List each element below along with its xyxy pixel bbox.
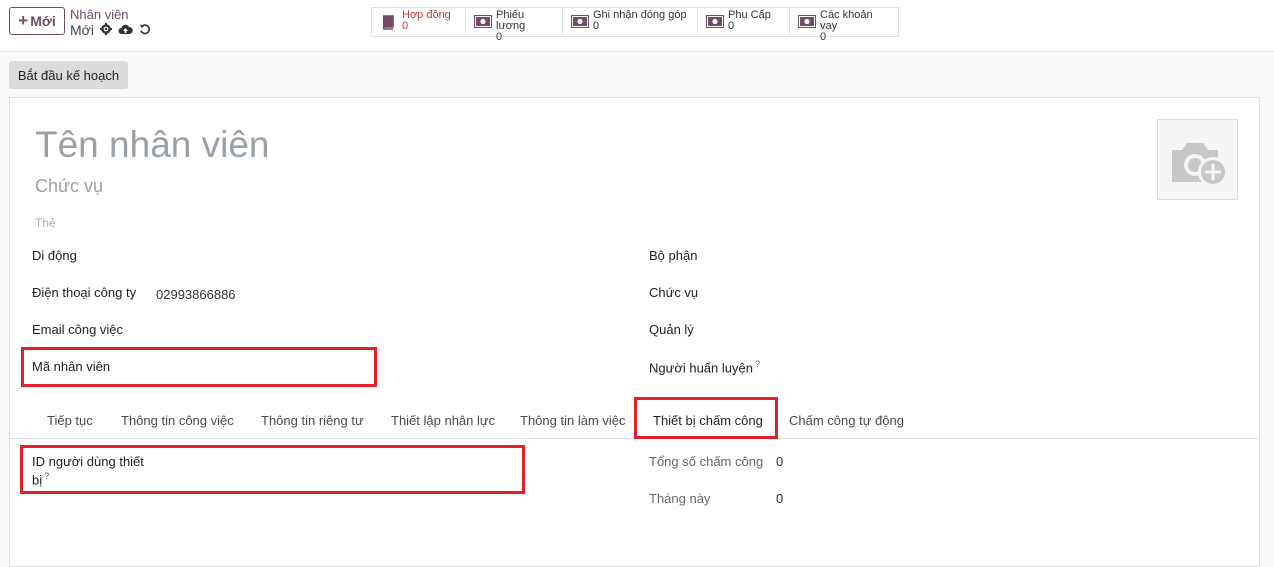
- coach-label: Người huấn luyện: [649, 360, 753, 376]
- coach-label-row: Người huấn luyện?: [649, 359, 760, 375]
- contracts-label: Hợp đồng: [402, 9, 451, 21]
- tab-work-information[interactable]: Thông tin công việc: [121, 413, 234, 428]
- contracts-smart-button[interactable]: Hợp đồng 0: [372, 8, 466, 36]
- payslips-smart-button[interactable]: Phiếu lương 0: [466, 8, 563, 43]
- contracts-count: 0: [402, 20, 409, 32]
- contributions-count: 0: [593, 20, 600, 32]
- start-plan-button[interactable]: Bắt đầu kế hoạch: [9, 61, 128, 89]
- tab-private-information[interactable]: Thông tin riêng tư: [261, 413, 364, 428]
- total-attendance-label: Tổng số chấm công: [649, 454, 764, 469]
- gear-icon[interactable]: [99, 22, 112, 38]
- payslips-count: 0: [496, 31, 503, 43]
- plus-icon: +: [18, 11, 29, 30]
- contributions-label: Ghi nhận đóng góp: [593, 9, 687, 21]
- form-sheet: [9, 97, 1260, 567]
- breadcrumb-current-row: Mới: [70, 22, 151, 38]
- book-icon: [380, 15, 396, 30]
- smart-buttons: Hợp đồng 0 Phiếu lương 0 Ghi nhận đóng g…: [371, 7, 899, 43]
- this-month-value: 0: [776, 491, 784, 506]
- breadcrumb-current: Mới: [70, 22, 94, 38]
- tab-resume[interactable]: Tiếp tục: [47, 413, 93, 428]
- help-tooltip-icon[interactable]: ?: [755, 359, 760, 369]
- money-icon: [706, 15, 724, 28]
- tab-auto-attendance[interactable]: Chấm công tự động: [789, 413, 904, 428]
- job-title-input[interactable]: Chức vụ: [35, 176, 103, 197]
- money-icon: [798, 15, 816, 28]
- allowances-label: Phụ Cấp: [728, 9, 771, 21]
- loans-smart-button[interactable]: Các khoản vay 0: [790, 8, 898, 43]
- breadcrumb-parent[interactable]: Nhân viên: [70, 7, 129, 22]
- allowances-count: 0: [728, 20, 735, 32]
- department-label: Bộ phận: [649, 248, 698, 263]
- contributions-smart-button[interactable]: Ghi nhận đóng góp 0: [563, 8, 698, 36]
- money-icon: [474, 15, 492, 28]
- tab-hr-settings[interactable]: Thiết lập nhân lực: [391, 413, 495, 428]
- employee-name-input[interactable]: Tên nhân viên: [35, 124, 270, 166]
- work-email-label: Email công việc: [32, 322, 124, 337]
- cloud-upload-icon[interactable]: [118, 23, 133, 38]
- work-phone-input[interactable]: 02993866886: [156, 287, 236, 302]
- discard-icon[interactable]: [139, 23, 151, 38]
- tab-working-information[interactable]: Thông tin làm việc: [520, 413, 626, 428]
- control-panel: + Mới Nhân viên Mới Hợp đồng 0 Phiếu lươ…: [0, 0, 1274, 52]
- new-button-label: Mới: [30, 13, 56, 29]
- loans-count: 0: [820, 31, 827, 43]
- total-attendance-value: 0: [776, 454, 784, 469]
- allowances-smart-button[interactable]: Phụ Cấp 0: [698, 8, 790, 36]
- this-month-label: Tháng này: [649, 491, 711, 506]
- manager-label: Quản lý: [649, 322, 694, 337]
- loans-label: Các khoản vay: [820, 9, 873, 32]
- mobile-label: Di động: [32, 248, 77, 263]
- employee-avatar-upload[interactable]: [1157, 119, 1238, 200]
- money-icon: [571, 15, 589, 28]
- work-phone-label: Điện thoại công ty: [32, 285, 137, 300]
- tags-input[interactable]: Thẻ: [35, 216, 56, 230]
- payslips-label: Phiếu lương: [496, 9, 526, 32]
- highlight-employee-code: [21, 347, 377, 387]
- new-button[interactable]: + Mới: [9, 7, 65, 35]
- highlight-attendance-device-tab: [634, 397, 778, 439]
- highlight-device-user-id: [20, 445, 525, 494]
- job-position-label: Chức vụ: [649, 285, 699, 300]
